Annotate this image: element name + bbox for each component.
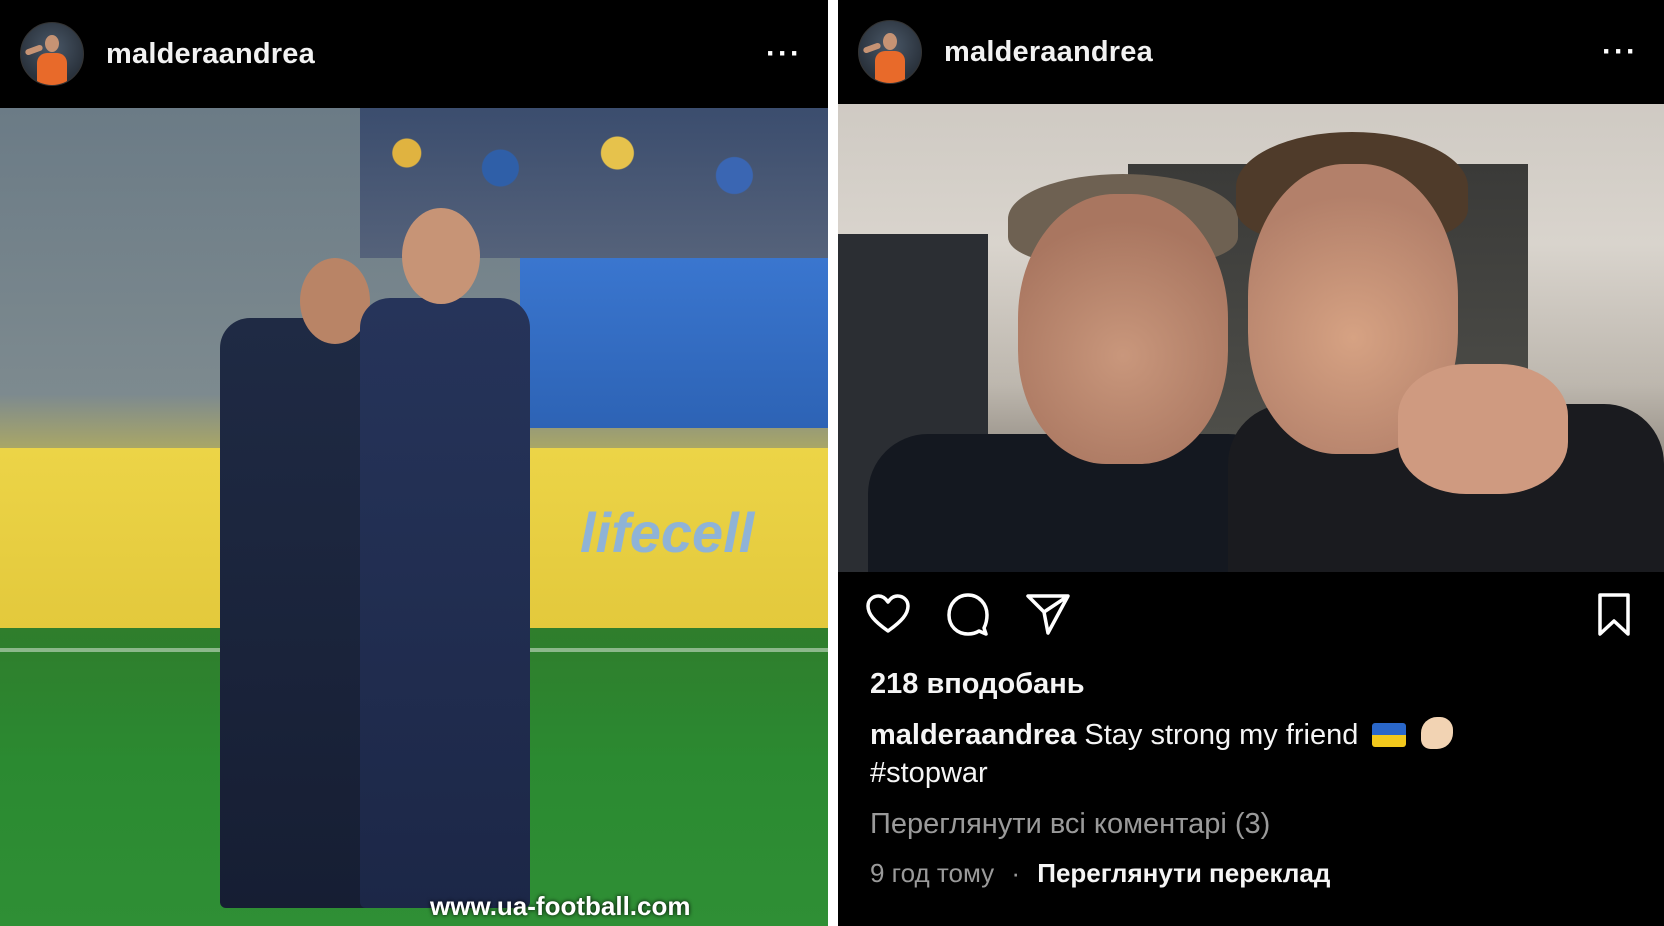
post-header: malderaandrea ··· xyxy=(838,0,1664,104)
share-icon[interactable] xyxy=(1024,590,1072,638)
caption-username[interactable]: malderaandrea xyxy=(870,719,1076,751)
federation-banner xyxy=(520,258,828,428)
caption: malderaandrea Stay strong my friend #sto… xyxy=(870,716,1630,792)
person-in-suit xyxy=(220,318,380,908)
more-options-button[interactable]: ··· xyxy=(1602,37,1638,67)
likes-count[interactable]: 218 вподобань xyxy=(870,668,1085,701)
post-header: malderaandrea ··· xyxy=(0,0,828,108)
timestamp: 9 год тому xyxy=(870,858,995,888)
post-image[interactable] xyxy=(838,104,1664,572)
separator-dot: · xyxy=(1011,858,1021,888)
sponsor-logo-text: lifecell xyxy=(580,501,755,564)
avatar[interactable] xyxy=(858,20,922,84)
avatar[interactable] xyxy=(20,22,84,86)
person-left-face xyxy=(1018,194,1228,464)
bookmark-icon[interactable] xyxy=(1590,590,1638,638)
more-options-button[interactable]: ··· xyxy=(766,39,802,69)
comment-icon[interactable] xyxy=(944,590,992,638)
hashtag-link[interactable]: #stopwar xyxy=(870,757,988,789)
screenshot-collage: malderaandrea ··· lifecell www.ua-footba… xyxy=(0,0,1664,926)
view-all-comments-link[interactable]: Переглянути всі коментарі (3) xyxy=(870,808,1270,841)
post-meta: 9 год тому · Переглянути переклад xyxy=(870,858,1330,889)
person-in-tshirt-head xyxy=(402,208,480,304)
hand xyxy=(1398,364,1568,494)
heart-icon[interactable] xyxy=(864,590,912,638)
caption-text: Stay strong my friend xyxy=(1084,719,1359,751)
watermark: www.ua-football.com xyxy=(430,891,691,921)
translate-link[interactable]: Переглянути переклад xyxy=(1037,858,1330,888)
post-image[interactable]: lifecell www.ua-football.com xyxy=(0,108,828,926)
left-post: malderaandrea ··· lifecell www.ua-footba… xyxy=(0,0,828,926)
ukraine-flag-emoji xyxy=(1372,723,1407,747)
username[interactable]: malderaandrea xyxy=(944,36,1153,69)
username[interactable]: malderaandrea xyxy=(106,38,315,71)
flexed-biceps-emoji xyxy=(1420,717,1453,749)
action-bar xyxy=(838,590,1664,650)
person-in-tshirt xyxy=(360,298,530,908)
right-post: malderaandrea ··· 218 вподобань malderaa… xyxy=(838,0,1664,926)
